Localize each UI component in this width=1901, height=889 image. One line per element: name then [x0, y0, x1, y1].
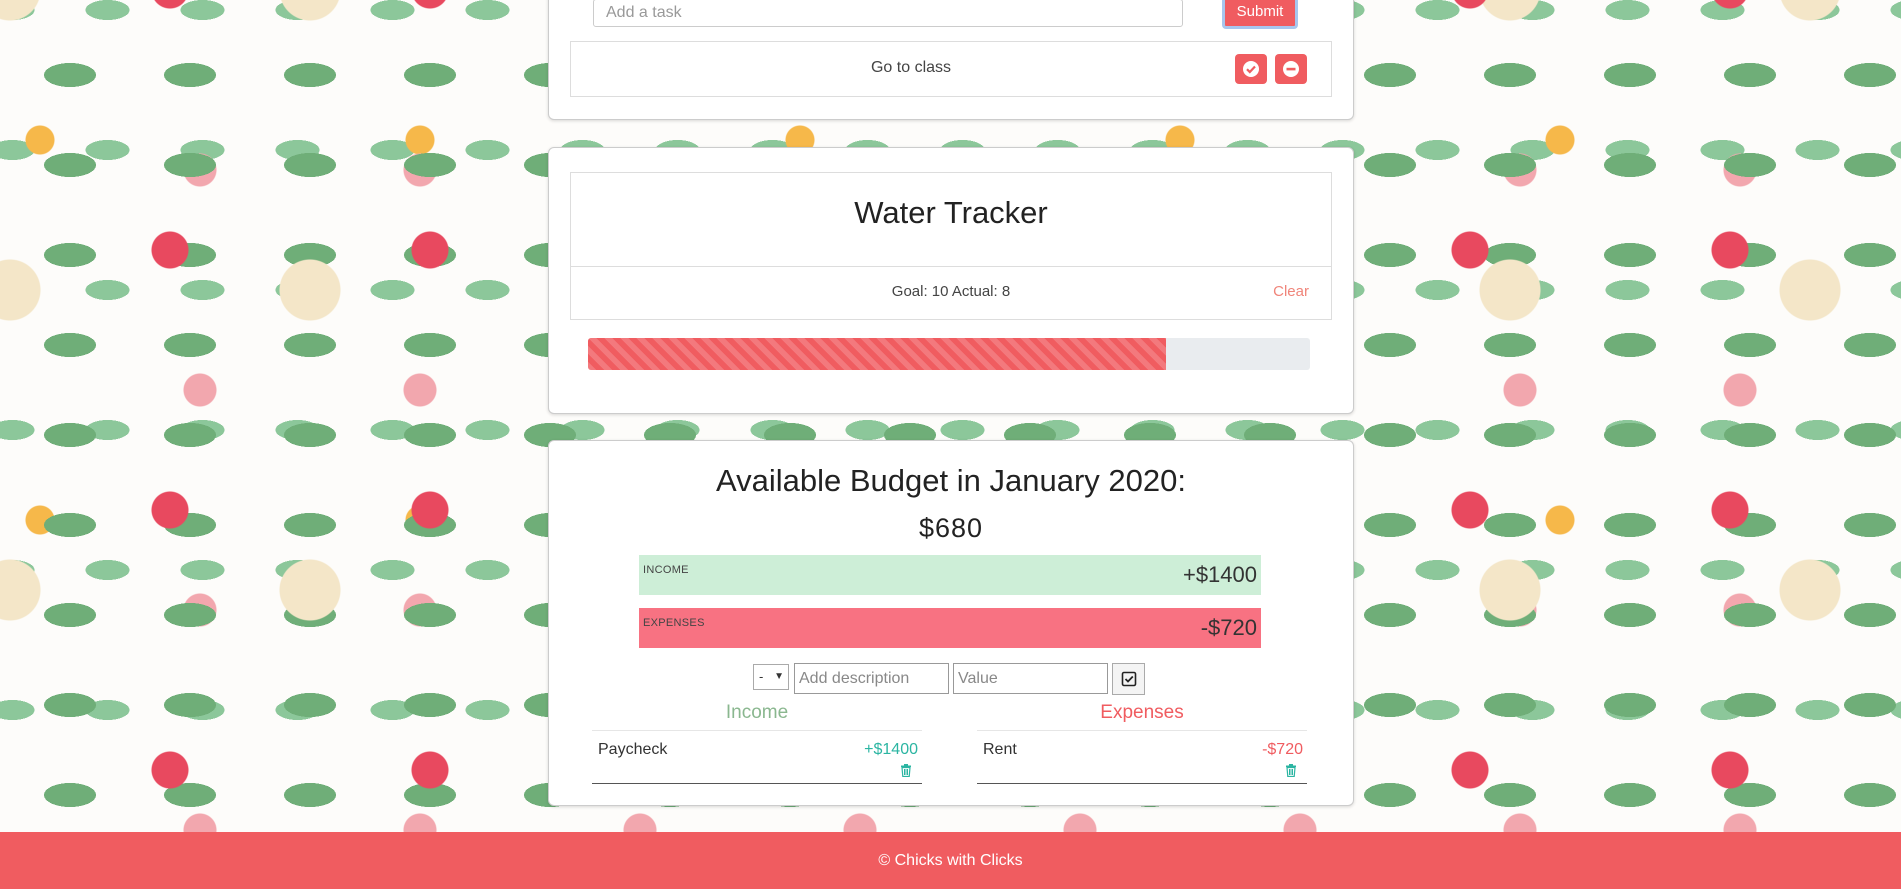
value-input[interactable]: Value: [953, 663, 1108, 694]
income-heading: Income: [725, 702, 789, 723]
expenses-summary-label: EXPENSES: [643, 617, 705, 629]
todo-panel: Add a task Submit Go to class: [548, 0, 1354, 120]
water-progress-bar: [588, 338, 1310, 370]
task-item: Go to class: [570, 41, 1332, 97]
footer: © Chicks with Clicks: [0, 832, 1901, 889]
check-circle-icon: [1243, 61, 1259, 77]
check-square-icon: [1121, 671, 1136, 687]
water-progress-fill: [588, 338, 1166, 370]
caret-down-icon: ▼: [774, 671, 784, 682]
add-item-row: - ▼ Add description Value: [549, 661, 1353, 695]
expenses-list: Expenses Rent -$720: [977, 702, 1307, 784]
list-item: Paycheck +$1400: [592, 730, 922, 784]
income-summary-amount: +$1400: [1182, 562, 1257, 587]
expenses-summary: EXPENSES -$720: [639, 608, 1261, 648]
budget-panel: Available Budget in January 2020: $680 I…: [548, 440, 1354, 806]
type-select-value: -: [759, 669, 764, 684]
type-select[interactable]: - ▼: [753, 664, 789, 690]
expenses-summary-amount: -$720: [1200, 615, 1257, 640]
item-description: Paycheck: [598, 741, 668, 758]
water-header: Water Tracker: [570, 172, 1332, 269]
water-stats-row: Goal: 10 Actual: 8 Clear: [570, 266, 1332, 320]
description-input[interactable]: Add description: [794, 663, 949, 694]
trash-icon: [901, 764, 911, 778]
delete-item-button[interactable]: [900, 764, 912, 782]
add-item-button[interactable]: [1112, 663, 1145, 695]
water-stats: Goal: 10 Actual: 8: [891, 283, 1011, 300]
income-summary: INCOME +$1400: [639, 555, 1261, 595]
expenses-heading: Expenses: [1100, 702, 1184, 723]
item-description: Rent: [983, 741, 1017, 758]
trash-icon: [1286, 764, 1296, 778]
complete-task-button[interactable]: [1235, 54, 1267, 84]
water-tracker-title: Water Tracker: [854, 195, 1048, 230]
minus-circle-icon: [1283, 61, 1299, 77]
submit-button[interactable]: Submit: [1222, 0, 1298, 29]
item-value: -$720: [1262, 741, 1303, 758]
available-budget-value: $680: [918, 513, 984, 543]
delete-item-button[interactable]: [1285, 764, 1297, 782]
footer-copyright: © Chicks with Clicks: [878, 852, 1023, 869]
income-summary-label: INCOME: [643, 564, 689, 576]
budget-title: Available Budget in January 2020:: [716, 463, 1186, 498]
task-text: Go to class: [870, 59, 952, 76]
task-input[interactable]: Add a task: [593, 0, 1183, 27]
remove-task-button[interactable]: [1275, 54, 1307, 84]
clear-water-link[interactable]: Clear: [1273, 283, 1309, 300]
income-list: Income Paycheck +$1400: [592, 702, 922, 784]
list-item: Rent -$720: [977, 730, 1307, 784]
item-value: +$1400: [864, 741, 918, 758]
water-tracker-panel: Water Tracker Goal: 10 Actual: 8 Clear: [548, 147, 1354, 414]
